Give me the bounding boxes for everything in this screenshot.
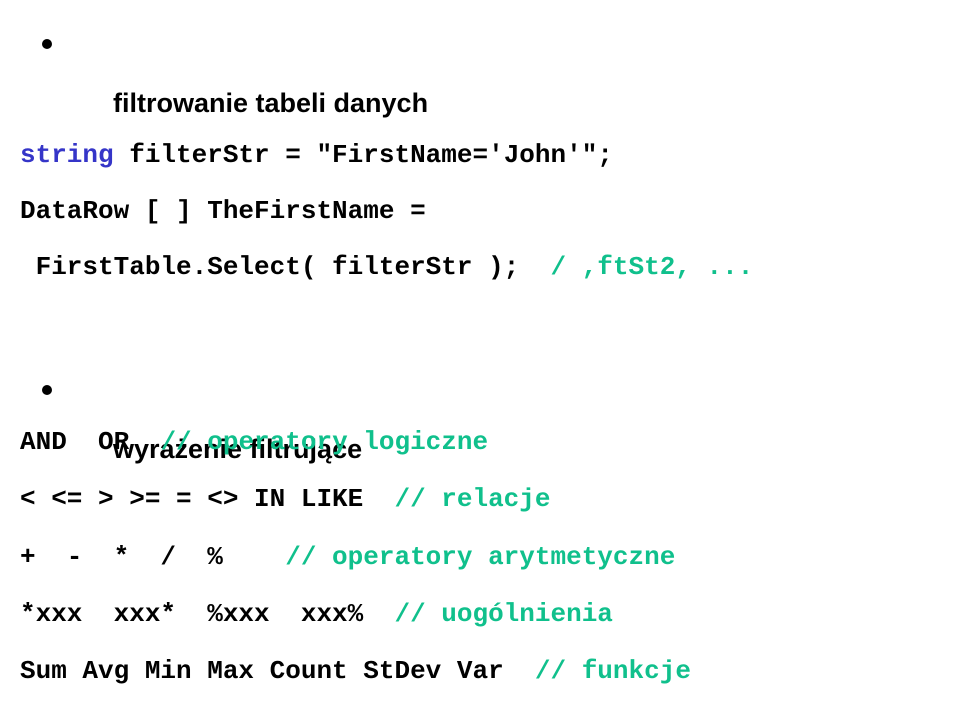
code-comment: // operatory arytmetyczne	[285, 542, 676, 572]
code-text: DataRow [ ] TheFirstName =	[20, 196, 426, 226]
code-line-logical-operators: AND OR // operatory logiczne	[20, 427, 488, 457]
code-line-arithmetic-operators: + - * / % // operatory arytmetyczne	[20, 542, 675, 572]
code-comment: // operatory logiczne	[160, 427, 489, 457]
bullet-icon	[42, 39, 52, 49]
code-line-datarow: DataRow [ ] TheFirstName =	[20, 196, 426, 226]
code-text: FirstTable.Select( filterStr );	[20, 252, 551, 282]
code-text: *xxx xxx* %xxx xxx%	[20, 599, 395, 629]
code-comment: // funkcje	[534, 656, 691, 686]
code-line-filter-string: string filterStr = "FirstName='John'";	[20, 140, 613, 170]
section-heading-filtering: filtrowanie tabeli danych	[20, 26, 920, 118]
keyword-string: string	[20, 140, 114, 170]
code-line-relations: < <= > >= = <> IN LIKE // relacje	[20, 484, 551, 514]
code-comment: / ,ftSt2, ...	[550, 252, 754, 282]
code-text: AND OR	[20, 427, 161, 457]
code-line-select: FirstTable.Select( filterStr ); / ,ftSt2…	[20, 252, 754, 282]
code-text: < <= > >= = <> IN LIKE	[20, 484, 395, 514]
code-line-wildcards: *xxx xxx* %xxx xxx% // uogólnienia	[20, 599, 613, 629]
heading-text: filtrowanie tabeli danych	[113, 88, 429, 118]
code-line-functions: Sum Avg Min Max Count StDev Var // funkc…	[20, 656, 691, 686]
code-text: filterStr = "FirstName='John'";	[113, 140, 613, 170]
code-text: Sum Avg Min Max Count StDev Var	[20, 656, 535, 686]
code-comment: // uogólnienia	[394, 599, 613, 629]
code-comment: // relacje	[394, 484, 551, 514]
bullet-icon	[42, 385, 52, 395]
section-heading-filter-expression: wyrażenie filtrujące	[20, 372, 920, 464]
code-text: + - * / %	[20, 542, 286, 572]
